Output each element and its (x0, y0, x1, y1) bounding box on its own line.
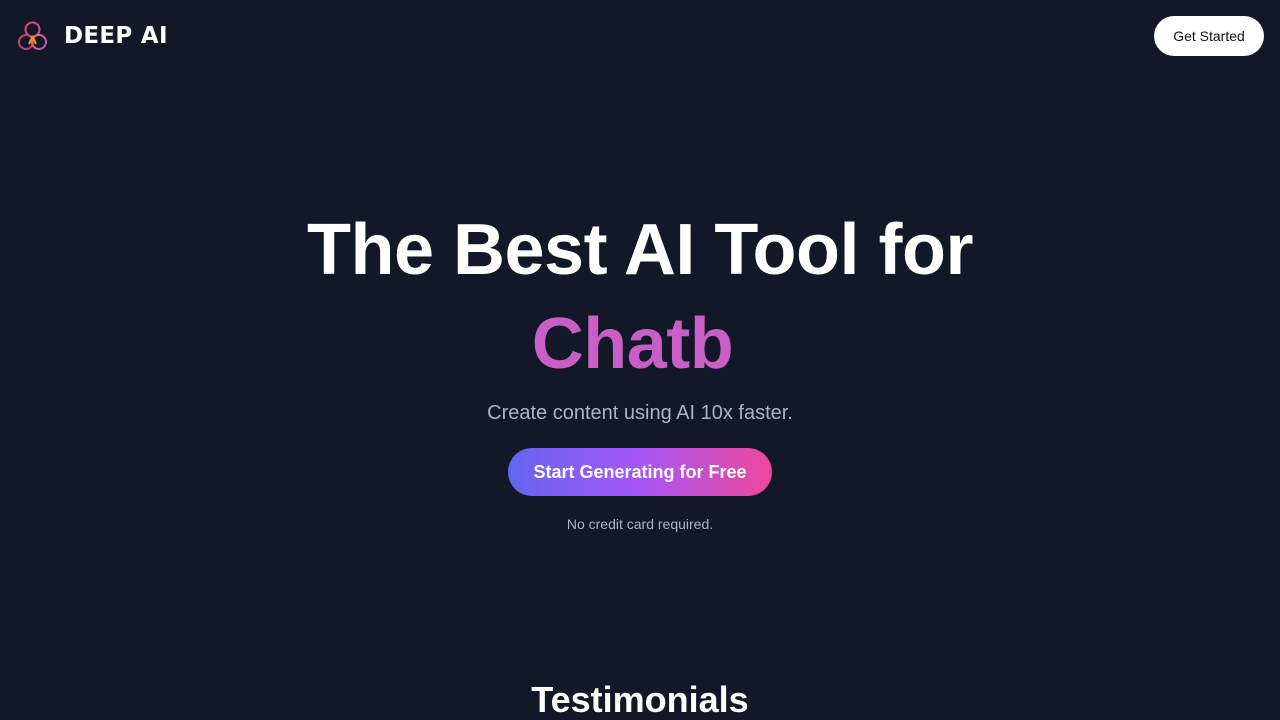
get-started-button[interactable]: Get Started (1154, 16, 1264, 56)
brand-home-link[interactable]: DEEP AI (16, 19, 168, 53)
interlocking-rings-logo-icon (16, 20, 49, 53)
brand-name: DEEP AI (64, 23, 168, 49)
testimonials-heading: Testimonials (531, 679, 749, 720)
hero-subtitle: Create content using AI 10x faster. (487, 402, 793, 424)
hero-section: The Best AI Tool for Chatb Create conten… (0, 200, 1280, 532)
landing-page: DEEP AI Get Started The Best AI Tool for… (0, 0, 1280, 720)
hero-headline: The Best AI Tool for (307, 210, 973, 290)
hero-typed-word: Chatb (531, 304, 734, 384)
start-generating-button[interactable]: Start Generating for Free (508, 448, 772, 496)
top-navbar: DEEP AI Get Started (0, 0, 1280, 72)
no-credit-card-note: No credit card required. (566, 516, 714, 532)
